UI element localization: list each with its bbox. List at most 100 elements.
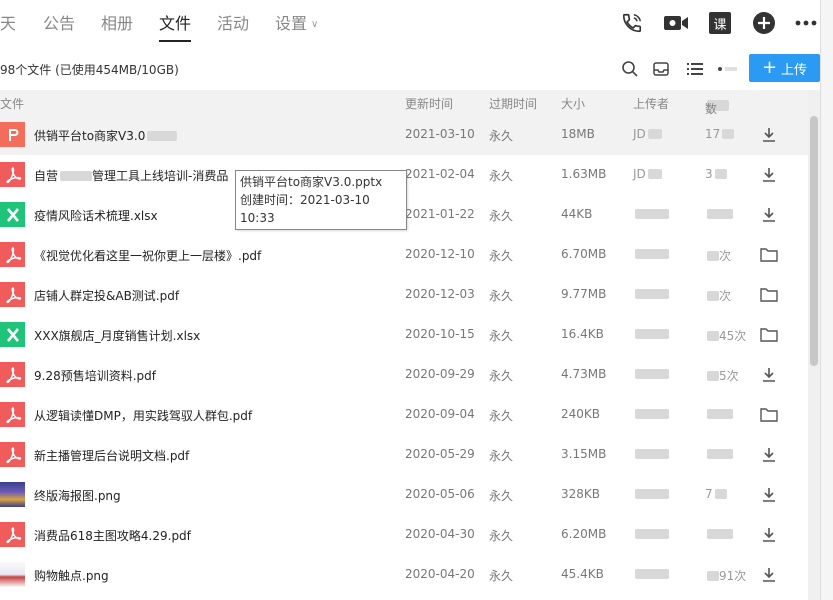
file-name[interactable]: 消费品618主图攻略4.29.pdf: [34, 527, 191, 544]
table-row[interactable]: 《视觉优化看这里一祝你更上一层楼》.pdf 2020-12-10 永久 6.70MB 次: [0, 235, 808, 275]
lesson-icon[interactable]: 课: [707, 10, 733, 36]
video-call-icon[interactable]: [663, 10, 689, 36]
redacted: [635, 449, 669, 459]
open-folder-icon[interactable]: [758, 404, 780, 426]
more-icon[interactable]: [793, 10, 819, 36]
file-name[interactable]: XXX旗舰店_月度销售计划.xlsx: [34, 327, 200, 344]
redacted: [647, 129, 662, 139]
file-name[interactable]: 疫情风险话术梳理.xlsx: [34, 207, 158, 224]
downloads-text: 3: [705, 167, 713, 181]
tab-announcements[interactable]: 公告: [43, 12, 75, 38]
file-name-text: 自营: [34, 169, 59, 183]
cell-expire: 永久: [489, 169, 514, 183]
tab-activities[interactable]: 活动: [217, 12, 249, 38]
cell-uploader: JD: [633, 167, 662, 181]
search-icon[interactable]: [619, 58, 641, 80]
file-name[interactable]: 新主播管理后台说明文档.pdf: [34, 447, 189, 464]
tab-files[interactable]: 文件: [159, 12, 192, 42]
table-row[interactable]: 终版海报图.png 2020-05-06 永久 328KB 7: [0, 475, 808, 515]
plus-icon: +: [761, 57, 778, 78]
downloads-text: 7: [705, 487, 713, 501]
redacted: [707, 291, 719, 301]
cell-downloads: 91次: [705, 567, 746, 584]
file-name[interactable]: 终版海报图.png: [34, 487, 121, 504]
table-row[interactable]: 消费品618主图攻略4.29.pdf 2020-04-30 永久 6.20MB: [0, 515, 808, 555]
file-name[interactable]: 《视觉优化看这里一祝你更上一层楼》.pdf: [34, 247, 261, 264]
col-size[interactable]: 大小: [561, 95, 585, 112]
more-options-icon[interactable]: [715, 58, 741, 80]
table-row[interactable]: 9.28预售培训资料.pdf 2020-09-29 永久 4.73MB 5次: [0, 355, 808, 395]
tab-settings[interactable]: 设置 ∨: [275, 12, 318, 38]
col-uploader[interactable]: 上传者: [633, 95, 669, 112]
redacted: [147, 131, 178, 141]
cell-uploader: [633, 447, 669, 461]
add-icon[interactable]: [751, 10, 777, 36]
table-row[interactable]: 新主播管理后台说明文档.pdf 2020-05-29 永久 3.15MB: [0, 435, 808, 475]
table-row[interactable]: 店铺人群定投&AB测试.pdf 2020-12-03 永久 9.77MB 次: [0, 275, 808, 315]
cell-uploader: [633, 327, 669, 341]
col-expire[interactable]: 过期时间: [489, 95, 537, 112]
cell-expire: 永久: [489, 129, 514, 143]
tab-chat[interactable]: 天: [0, 12, 16, 38]
table-row[interactable]: 从逻辑读懂DMP，用实践驾驭人群包.pdf 2020-09-04 永久 240KB: [0, 395, 808, 435]
list-view-icon[interactable]: [684, 58, 706, 80]
open-folder-icon[interactable]: [758, 324, 780, 346]
file-name[interactable]: 店铺人群定投&AB测试.pdf: [34, 287, 179, 304]
col-updated[interactable]: 更新时间: [405, 95, 453, 112]
file-name-text: 店铺人群定投&AB测试.pdf: [34, 289, 180, 303]
cell-uploader: [633, 567, 669, 581]
download-icon[interactable]: [758, 484, 780, 506]
file-name-tail: 管理工具上线培训-消费品: [92, 169, 229, 183]
col-name[interactable]: 文件: [0, 95, 24, 112]
cell-expire: 永久: [489, 329, 514, 343]
cell-size: 4.73MB: [561, 367, 607, 381]
download-icon[interactable]: [758, 364, 780, 386]
redacted: [707, 409, 733, 419]
redacted: [722, 129, 735, 139]
download-icon[interactable]: [758, 204, 780, 226]
file-name[interactable]: 供销平台to商家V3.0: [34, 127, 178, 144]
download-icon[interactable]: [758, 444, 780, 466]
file-name[interactable]: 从逻辑读懂DMP，用实践驾驭人群包.pdf: [34, 407, 252, 424]
inbox-icon[interactable]: [650, 58, 672, 80]
cell-downloads: 5次: [705, 367, 739, 384]
file-name[interactable]: 9.28预售培训资料.pdf: [34, 367, 156, 384]
redacted: [635, 249, 669, 259]
open-folder-icon[interactable]: [758, 284, 780, 306]
downloads-text: 45次: [719, 329, 747, 343]
redacted: [707, 571, 719, 581]
tab-album[interactable]: 相册: [101, 12, 133, 38]
tab-label: 文件: [159, 14, 192, 33]
cell-expire: 永久: [489, 369, 514, 383]
file-summary: 98个文件 (已使用454MB/10GB): [0, 63, 179, 77]
scroll-thumb[interactable]: [810, 116, 818, 366]
table-row[interactable]: 供销平台to商家V3.0 2021-03-10 永久 18MB JD 17: [0, 115, 808, 155]
table-row[interactable]: 购物触点.png 2020-04-20 永久 45.4KB 91次: [0, 555, 808, 595]
download-icon[interactable]: [758, 124, 780, 146]
table-header: 文件 更新时间 过期时间 大小 上传者 下数: [0, 90, 808, 116]
ppt-file-icon: [0, 122, 25, 147]
cell-uploader: JD: [633, 127, 662, 141]
redacted: [707, 251, 719, 261]
cell-uploader: [633, 367, 669, 381]
open-folder-icon[interactable]: [758, 244, 780, 266]
cell-size: 16.4KB: [561, 327, 604, 341]
vertical-scrollbar[interactable]: [808, 90, 820, 600]
downloads-text: 5次: [719, 369, 739, 383]
download-icon[interactable]: [758, 524, 780, 546]
download-icon[interactable]: [758, 164, 780, 186]
uploader-text: JD: [633, 127, 646, 141]
cell-expire: 永久: [489, 529, 514, 543]
table-row[interactable]: XXX旗舰店_月度销售计划.xlsx 2020-10-15 永久 16.4KB 45次: [0, 315, 808, 355]
upload-button[interactable]: + 上传: [749, 54, 820, 82]
top-nav: 天 公告 相册 文件 活动 设置 ∨ 课: [0, 0, 833, 48]
file-name[interactable]: 购物触点.png: [34, 567, 109, 584]
redacted: [647, 169, 662, 179]
cell-downloads: 次: [705, 247, 731, 264]
phone-icon[interactable]: [619, 10, 645, 36]
image-file-icon: [0, 562, 25, 587]
file-name[interactable]: 自营 管理工具上线培训-消费品: [34, 167, 228, 184]
cell-downloads: 7: [705, 487, 727, 501]
cell-updated: 2020-09-29: [405, 367, 475, 381]
download-icon[interactable]: [758, 564, 780, 586]
